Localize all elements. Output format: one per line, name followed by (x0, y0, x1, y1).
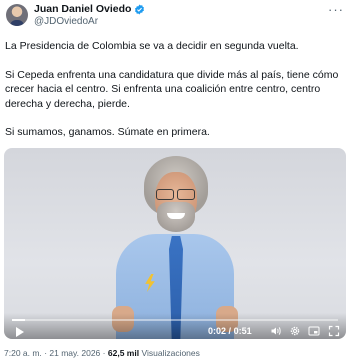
picture-in-picture-icon[interactable] (308, 325, 320, 337)
tweet-header: Juan Daniel Oviedo @JDOviedoAr ··· (4, 2, 346, 30)
meta-dot: · (44, 348, 48, 358)
volume-icon[interactable] (270, 325, 282, 337)
tweet-text: La Presidencia de Colombia se va a decid… (5, 39, 345, 154)
fullscreen-icon[interactable] (328, 325, 340, 337)
video-frame-person (112, 156, 238, 339)
current-time: 0:02 (208, 326, 227, 336)
duration: 0:51 (233, 326, 252, 336)
settings-gear-icon[interactable] (289, 325, 301, 337)
author-handle[interactable]: @JDOviedoAr (34, 16, 98, 27)
meta-dot: · (102, 348, 106, 358)
tweet-paragraph: Si sumamos, ganamos. Súmate en primera. (5, 126, 210, 139)
video-player[interactable]: 0:02 / 0:51 (4, 148, 346, 339)
tweet-paragraph: Si Cepeda enfrenta una candidatura que d… (5, 68, 339, 110)
verified-badge-icon (135, 3, 145, 15)
post-date[interactable]: 21 may. 2026 (49, 348, 100, 358)
play-icon[interactable] (16, 327, 24, 337)
tweet-paragraph: La Presidencia de Colombia se va a decid… (5, 40, 299, 52)
time-separator: / (228, 326, 232, 336)
more-horizontal-icon[interactable]: ··· (328, 3, 344, 16)
avatar[interactable] (6, 4, 28, 26)
author-name[interactable]: Juan Daniel Oviedo (34, 3, 131, 15)
views-count: 62,5 mil (107, 348, 140, 358)
video-controls: 0:02 / 0:51 (4, 313, 346, 339)
tweet-meta: 7:20 a. m. · 21 may. 2026 · 62,5 mil Vis… (4, 348, 200, 358)
post-time[interactable]: 7:20 a. m. (4, 348, 42, 358)
video-progress-bar[interactable] (12, 319, 338, 321)
video-time: 0:02 / 0:51 (208, 326, 252, 336)
author-name-row: Juan Daniel Oviedo (34, 3, 145, 15)
views-label: Visualizaciones (141, 348, 200, 358)
video-progress-fill (12, 319, 26, 321)
